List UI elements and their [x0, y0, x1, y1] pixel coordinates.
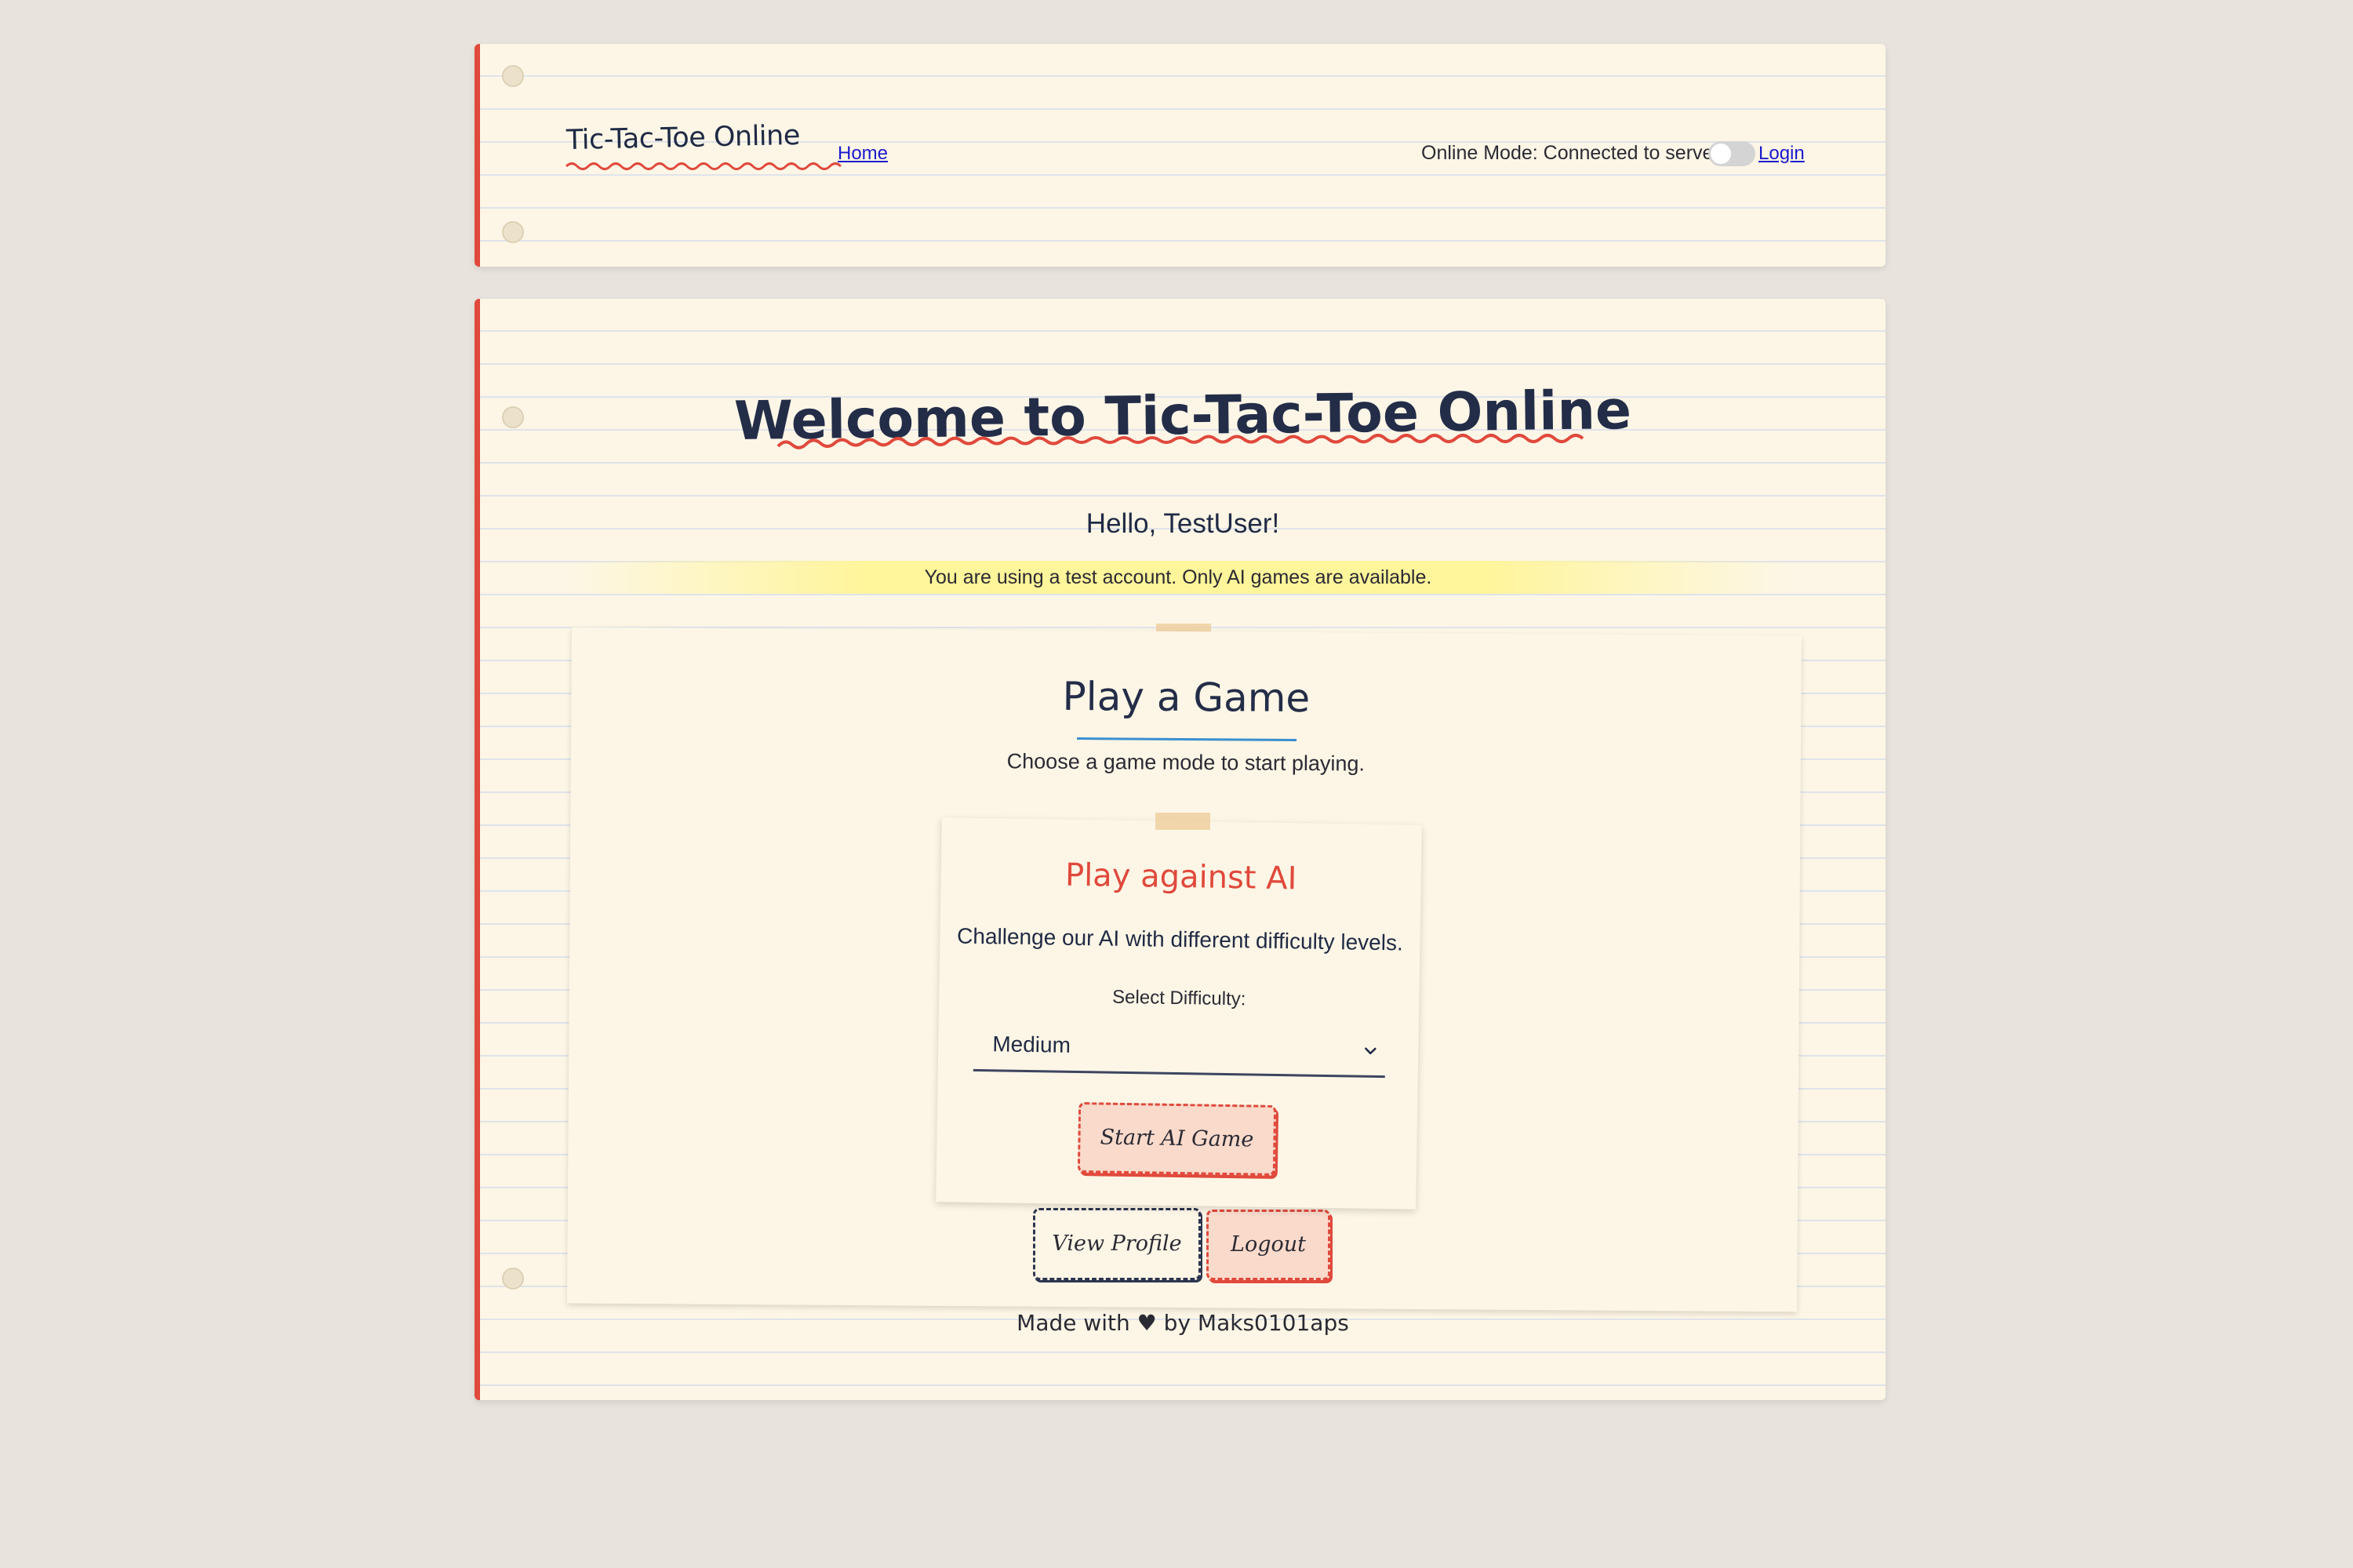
binder-hole [502, 65, 524, 87]
footer-credit: Made with ♥ by Maks0101aps [1016, 1310, 1349, 1336]
chevron-down-icon [1365, 1047, 1377, 1055]
connection-status: Online Mode: Connected to server [1421, 142, 1720, 164]
section-subtitle: Choose a game mode to start playing. [1006, 749, 1366, 776]
logout-button[interactable]: Logout [1206, 1210, 1330, 1280]
ai-card-description: Challenge our AI with different difficul… [956, 923, 1404, 955]
difficulty-value: Medium [992, 1031, 1071, 1057]
brand-squiggle [565, 162, 842, 170]
toggle-knob [1711, 144, 1731, 164]
start-ai-game-button[interactable]: Start AI Game [1077, 1102, 1277, 1176]
ai-card-title: Play against AI [1064, 857, 1297, 897]
title-underline [1077, 737, 1297, 741]
tape-decoration [1155, 813, 1210, 830]
nav-home-link[interactable]: Home [838, 143, 888, 165]
difficulty-label: Select Difficulty: [1111, 986, 1246, 1010]
section-title: Play a Game [1062, 673, 1311, 722]
test-account-notice: You are using a test account. Only AI ga… [566, 561, 1790, 594]
ai-game-card: Play against AI Challenge our AI with di… [936, 817, 1422, 1210]
login-link[interactable]: Login [1758, 143, 1805, 165]
online-mode-toggle[interactable] [1708, 141, 1755, 166]
difficulty-select[interactable]: Medium [973, 1020, 1386, 1079]
view-profile-button[interactable]: View Profile [1033, 1208, 1201, 1280]
title-squiggle [776, 434, 1584, 449]
binder-hole [502, 1268, 524, 1290]
header-bar: Tic-Tac-Toe Online Home Online Mode: Con… [475, 44, 1886, 267]
greeting-text: Hello, TestUser! [1086, 508, 1280, 539]
binder-hole [502, 221, 524, 243]
brand-logo[interactable]: Tic-Tac-Toe Online [566, 120, 801, 156]
